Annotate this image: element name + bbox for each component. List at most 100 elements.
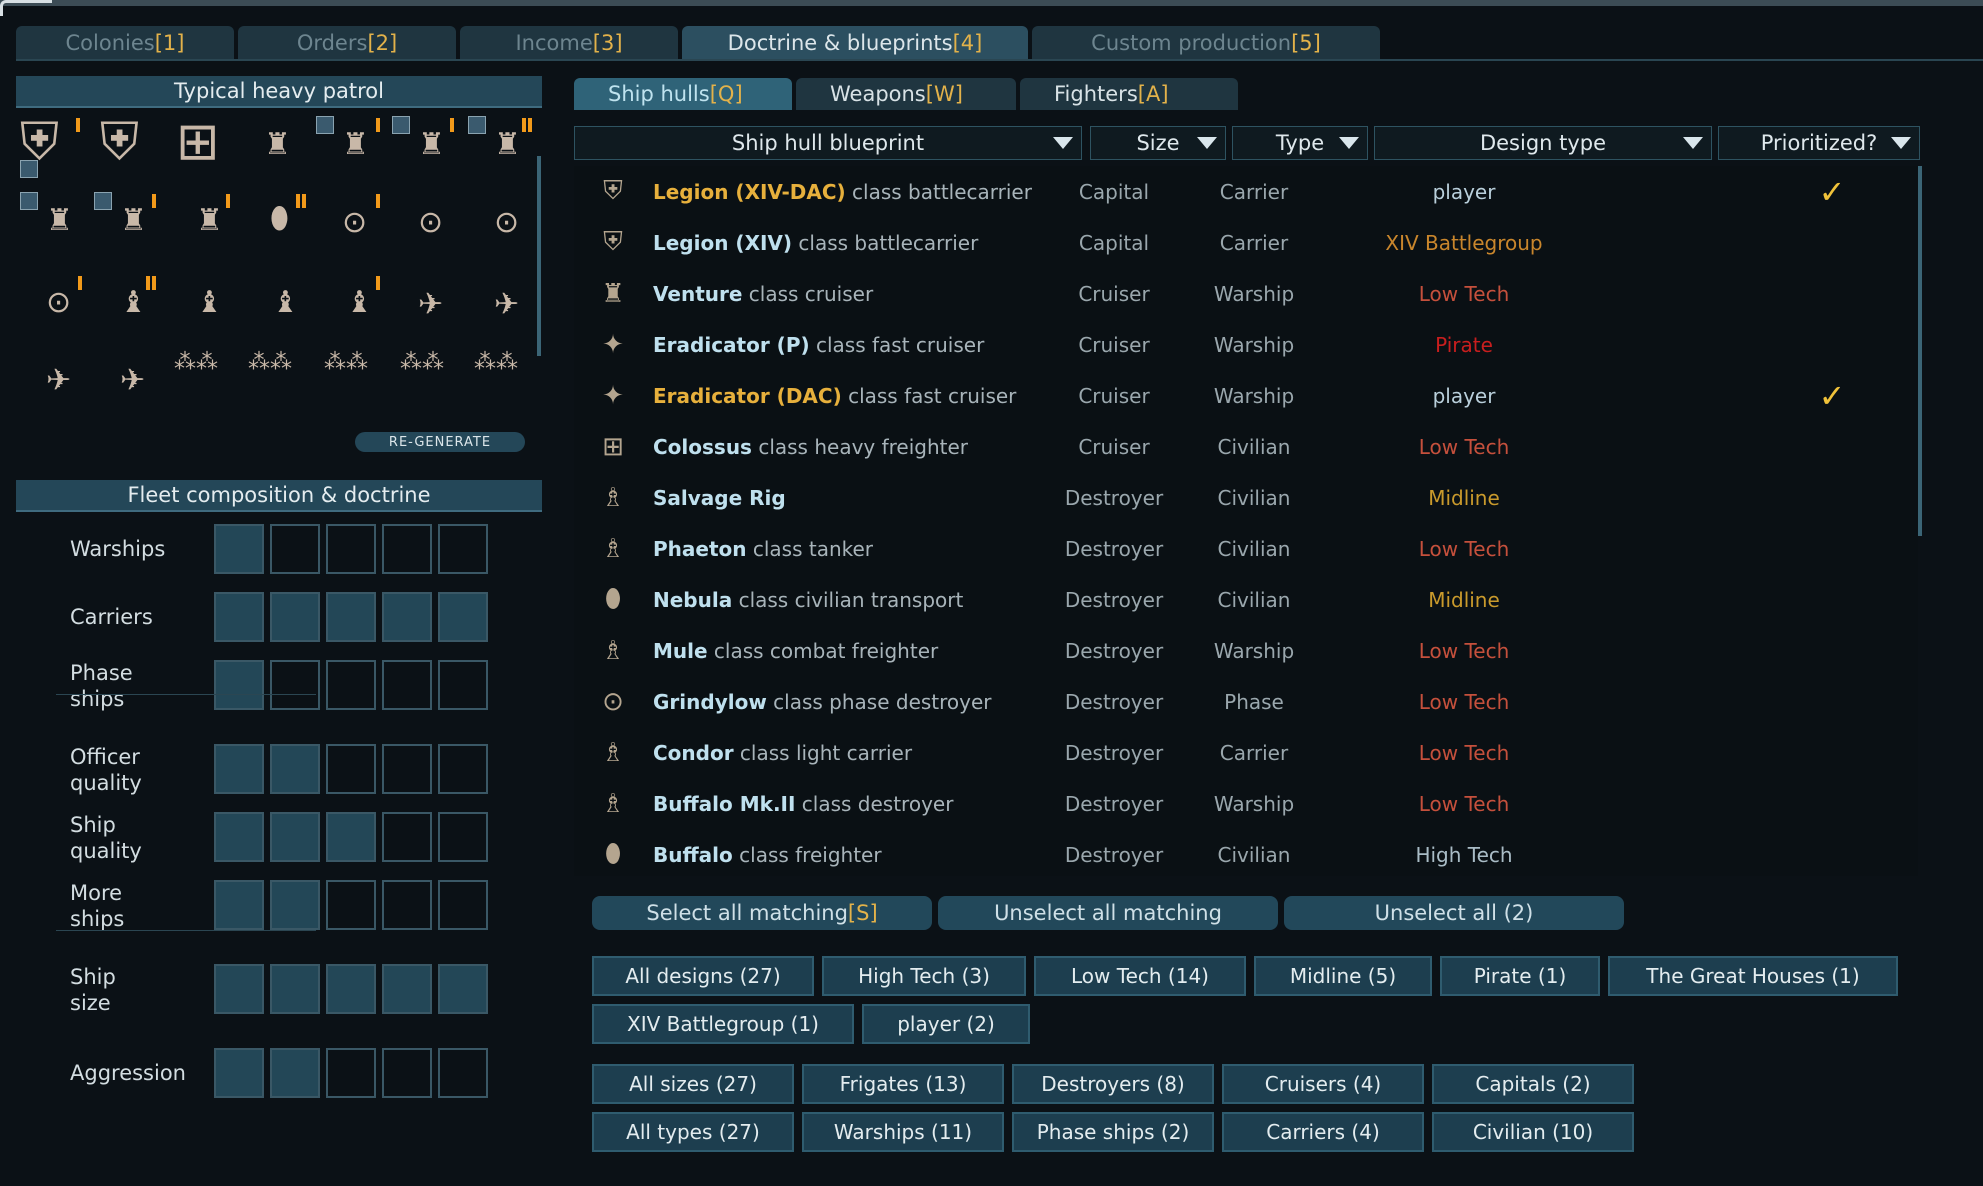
filter-warships[interactable]: Warships (11) bbox=[802, 1112, 1004, 1152]
fighter-wing-icon[interactable]: ⁂⁂ bbox=[474, 352, 518, 374]
filter-all-designs[interactable]: All designs (27) bbox=[592, 956, 814, 996]
filter-carriers[interactable]: Carriers (4) bbox=[1222, 1112, 1424, 1152]
filter-frigates[interactable]: Frigates (13) bbox=[802, 1064, 1004, 1104]
doctrine-level-cell[interactable] bbox=[326, 880, 376, 930]
heavy-freighter-ship-icon[interactable]: ⊞ bbox=[176, 116, 220, 168]
filter-destroyers[interactable]: Destroyers (8) bbox=[1012, 1064, 1214, 1104]
doctrine-level-cell[interactable] bbox=[326, 1048, 376, 1098]
doctrine-level-cell[interactable] bbox=[214, 660, 264, 710]
frigate-ship-icon[interactable]: ♝ bbox=[346, 288, 373, 318]
subtab-weapons[interactable]: Weapons [W] bbox=[796, 78, 1016, 110]
prioritized-check-icon[interactable]: ✓ bbox=[1802, 377, 1862, 415]
doctrine-level-cell[interactable] bbox=[270, 880, 320, 930]
destroyer-ship-icon[interactable]: ♜ bbox=[264, 130, 291, 160]
regenerate-button[interactable]: RE-GENERATE bbox=[355, 432, 525, 452]
doctrine-level-cell[interactable] bbox=[270, 524, 320, 574]
doctrine-level-cell[interactable] bbox=[438, 1048, 488, 1098]
unselect-all-matching-button[interactable]: Unselect all matching bbox=[938, 896, 1278, 930]
select-all-matching-button[interactable]: Select all matching [S] bbox=[592, 896, 932, 930]
doctrine-level-cell[interactable] bbox=[438, 812, 488, 862]
filter-all-sizes[interactable]: All sizes (27) bbox=[592, 1064, 794, 1104]
doctrine-level-cell[interactable] bbox=[326, 812, 376, 862]
table-row[interactable]: ⛨ Legion (XIV-DAC) class battlecarrier Cap… bbox=[574, 166, 1918, 217]
filter-civilian[interactable]: Civilian (10) bbox=[1432, 1112, 1634, 1152]
table-row[interactable]: ♗ Phaeton class tanker Destroyer Civilian Lo… bbox=[574, 523, 1918, 574]
frigate-ship-icon[interactable]: ⊙ bbox=[46, 288, 71, 318]
doctrine-level-cell[interactable] bbox=[214, 812, 264, 862]
fighter-wing-icon[interactable]: ⁂⁂ bbox=[248, 352, 292, 374]
doctrine-level-cell[interactable] bbox=[382, 1048, 432, 1098]
doctrine-level-cell[interactable] bbox=[382, 964, 432, 1014]
doctrine-level-cell[interactable] bbox=[438, 660, 488, 710]
frigate-ship-icon[interactable]: ♝ bbox=[272, 288, 299, 318]
column-size-header[interactable]: Size bbox=[1090, 126, 1226, 160]
tab-colonies[interactable]: Colonies [1] bbox=[16, 26, 234, 60]
fighter-wing-icon[interactable]: ⁂⁂ bbox=[324, 352, 368, 374]
doctrine-level-cell[interactable] bbox=[382, 744, 432, 794]
doctrine-level-cell[interactable] bbox=[438, 880, 488, 930]
table-row[interactable]: ✦ Eradicator (DAC) class fast cruiser Crui… bbox=[574, 370, 1918, 421]
doctrine-level-cell[interactable] bbox=[326, 524, 376, 574]
doctrine-level-cell[interactable] bbox=[326, 660, 376, 710]
doctrine-level-cell[interactable] bbox=[214, 880, 264, 930]
subtab-ship-hulls[interactable]: Ship hulls [Q] bbox=[574, 78, 792, 110]
doctrine-level-cell[interactable] bbox=[326, 744, 376, 794]
destroyer-ship-icon[interactable]: ♜ bbox=[494, 130, 521, 160]
filter-cruisers[interactable]: Cruisers (4) bbox=[1222, 1064, 1424, 1104]
filter-midline[interactable]: Midline (5) bbox=[1254, 956, 1432, 996]
fleet-scrollbar[interactable] bbox=[537, 156, 541, 356]
doctrine-level-cell[interactable] bbox=[214, 592, 264, 642]
fighter-wing-icon[interactable]: ⁂⁂ bbox=[174, 352, 218, 374]
doctrine-level-cell[interactable] bbox=[326, 964, 376, 1014]
doctrine-level-cell[interactable] bbox=[382, 660, 432, 710]
column-hull-header[interactable]: Ship hull blueprint bbox=[574, 126, 1082, 160]
filter-high-tech[interactable]: High Tech (3) bbox=[822, 956, 1026, 996]
doctrine-level-cell[interactable] bbox=[270, 592, 320, 642]
destroyer-ship-icon[interactable]: ♜ bbox=[120, 206, 147, 236]
filter-all-types[interactable]: All types (27) bbox=[592, 1112, 794, 1152]
filter-capitals[interactable]: Capitals (2) bbox=[1432, 1064, 1634, 1104]
unselect-all-button[interactable]: Unselect all (2) bbox=[1284, 896, 1624, 930]
phase-destroyer-ship-icon[interactable]: ⊙ bbox=[342, 208, 367, 238]
doctrine-level-cell[interactable] bbox=[438, 744, 488, 794]
table-row[interactable]: ⊞ Colossus class heavy freighter Cruiser Ci… bbox=[574, 421, 1918, 472]
doctrine-level-cell[interactable] bbox=[438, 524, 488, 574]
doctrine-level-cell[interactable] bbox=[270, 812, 320, 862]
table-row[interactable]: ♗ Mule class combat freighter Destroyer War… bbox=[574, 625, 1918, 676]
doctrine-level-cell[interactable] bbox=[438, 592, 488, 642]
tab-income[interactable]: Income [3] bbox=[460, 26, 678, 60]
destroyer-ship-icon[interactable]: ♜ bbox=[46, 206, 73, 236]
destroyer-ship-icon[interactable]: ♜ bbox=[418, 130, 445, 160]
destroyer-ship-icon[interactable]: ♜ bbox=[196, 206, 223, 236]
table-row[interactable]: ♗ Salvage Rig Destroyer Civilian Midline bbox=[574, 472, 1918, 523]
fighter-ship-icon[interactable]: ✈ bbox=[46, 366, 71, 396]
table-row[interactable]: ✦ Eradicator (P) class fast cruiser Cruise… bbox=[574, 319, 1918, 370]
doctrine-level-cell[interactable] bbox=[270, 744, 320, 794]
column-type-header[interactable]: Type bbox=[1232, 126, 1368, 160]
filter-player[interactable]: player (2) bbox=[862, 1004, 1030, 1044]
frigate-ship-icon[interactable]: ♝ bbox=[196, 288, 223, 318]
filter-xiv-battlegroup[interactable]: XIV Battlegroup (1) bbox=[592, 1004, 854, 1044]
doctrine-level-cell[interactable] bbox=[270, 660, 320, 710]
fighter-ship-icon[interactable]: ✈ bbox=[494, 290, 519, 320]
battlecarrier-ship-icon[interactable]: ⛨ bbox=[100, 116, 139, 168]
doctrine-level-cell[interactable] bbox=[270, 1048, 320, 1098]
doctrine-level-cell[interactable] bbox=[270, 964, 320, 1014]
filter-great-houses[interactable]: The Great Houses (1) bbox=[1608, 956, 1898, 996]
table-row[interactable]: ♗ Condor class light carrier Destroyer Carr… bbox=[574, 727, 1918, 778]
table-row[interactable]: ⬮ Buffalo class freighter Destroyer Civilia… bbox=[574, 829, 1918, 876]
table-row[interactable]: ⊙ Grindylow class phase destroyer Destroye… bbox=[574, 676, 1918, 727]
fighter-ship-icon[interactable]: ✈ bbox=[418, 290, 443, 320]
table-row[interactable]: ♗ Buffalo Mk.II class destroyer Destroyer W… bbox=[574, 778, 1918, 829]
freighter-ship-icon[interactable]: ⬮ bbox=[270, 204, 289, 234]
doctrine-level-cell[interactable] bbox=[382, 524, 432, 574]
doctrine-level-cell[interactable] bbox=[326, 592, 376, 642]
doctrine-level-cell[interactable] bbox=[438, 964, 488, 1014]
table-scrollbar[interactable] bbox=[1918, 166, 1922, 536]
column-design-header[interactable]: Design type bbox=[1374, 126, 1712, 160]
filter-pirate[interactable]: Pirate (1) bbox=[1440, 956, 1600, 996]
prioritized-check-icon[interactable]: ✓ bbox=[1802, 173, 1862, 211]
doctrine-level-cell[interactable] bbox=[382, 812, 432, 862]
doctrine-level-cell[interactable] bbox=[382, 592, 432, 642]
doctrine-level-cell[interactable] bbox=[382, 880, 432, 930]
